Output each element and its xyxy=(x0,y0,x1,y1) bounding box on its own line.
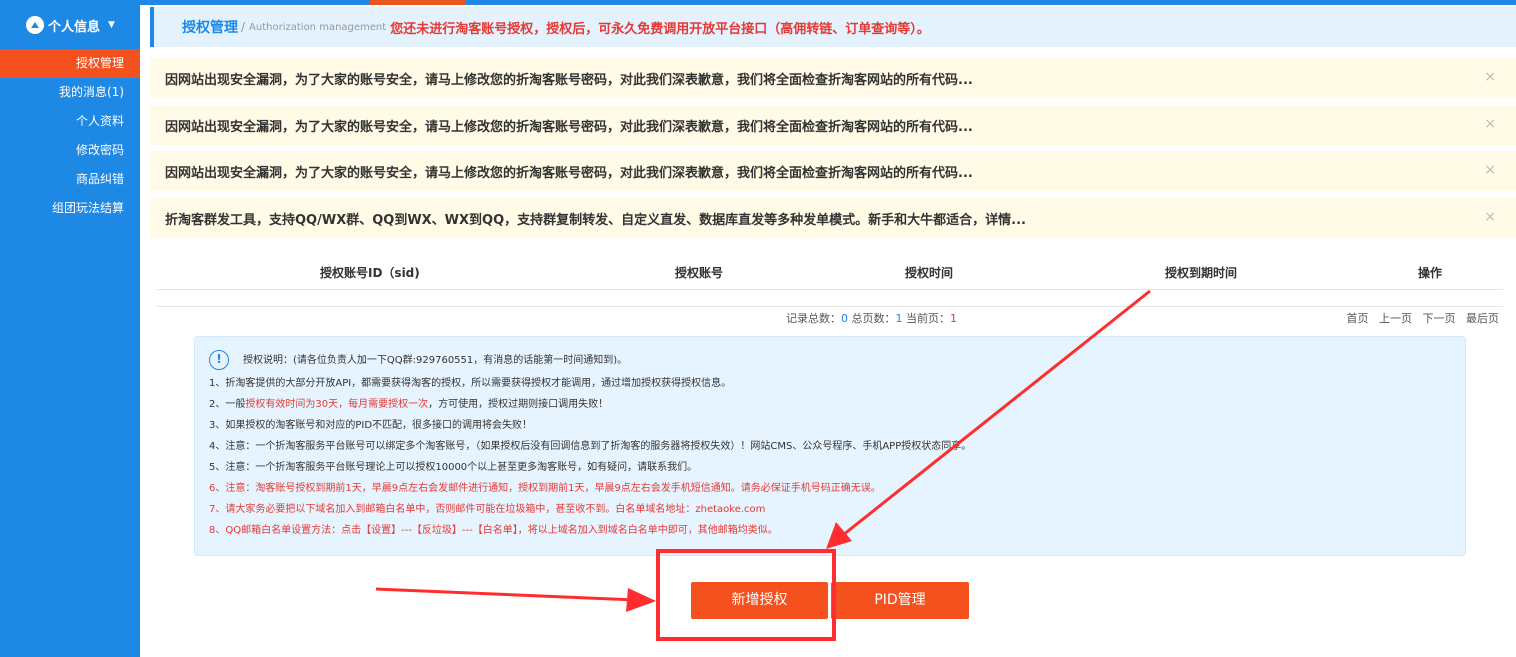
sidebar-item-messages[interactable]: 我的消息(1) xyxy=(0,78,140,107)
info-line-4: 4、注意：一个折淘客服务平台账号可以绑定多个淘客账号，（如果授权后没有回调信息到… xyxy=(209,441,972,452)
table-divider xyxy=(157,306,1503,307)
notice-text: 因网站出现安全漏洞，为了大家的账号安全，请马上修改您的折淘客账号密码，对此我们深… xyxy=(165,119,973,135)
pager-current-value: 1 xyxy=(950,312,957,325)
pager-pages-value: 1 xyxy=(895,312,903,325)
pager-current-label: 当前页： xyxy=(906,312,950,325)
top-border xyxy=(0,0,1516,5)
annotation-highlight-box xyxy=(656,549,836,641)
auth-instructions-box: ! 授权说明：(请各位负责人加一下QQ群:929760551，有消息的话能第一时间… xyxy=(194,336,1466,556)
annotation-arrow-left-line xyxy=(375,587,637,602)
close-icon[interactable]: × xyxy=(1484,162,1496,178)
sidebar-item-group-settlement[interactable]: 组团玩法结算 xyxy=(0,194,140,223)
caret-down-icon: ▼ xyxy=(108,20,115,30)
column-header-account: 授权账号 xyxy=(675,266,724,280)
sidebar-item-auth-manage[interactable]: 授权管理 xyxy=(0,49,140,78)
notice-text: 因网站出现安全漏洞，为了大家的账号安全，请马上修改您的折淘客账号密码，对此我们深… xyxy=(165,72,973,88)
pager-last-link[interactable]: 最后页 xyxy=(1466,312,1499,325)
info-line-6: 6、注意：淘客账号授权到期前1天，早晨9点左右会发邮件进行通知，授权到期前1天，… xyxy=(209,483,881,494)
sidebar-menu: 授权管理 我的消息(1) 个人资料 修改密码 商品纠错 组团玩法结算 xyxy=(0,49,140,223)
page-title: 授权管理 xyxy=(182,20,238,36)
notice-banner: 因网站出现安全漏洞，为了大家的账号安全，请马上修改您的折淘客账号密码，对此我们深… xyxy=(150,151,1516,191)
page-subtitle: Authorization management xyxy=(249,21,387,33)
pager-next-link[interactable]: 下一页 xyxy=(1423,312,1456,325)
info-line-7: 7、请大家务必要把以下域名加入到邮箱白名单中，否则邮件可能在垃圾箱中，甚至收不到… xyxy=(209,504,766,515)
pager-links: 首页 上一页 下一页 最后页 xyxy=(1340,310,1500,326)
sidebar-header[interactable]: 个人信息 ▼ xyxy=(0,5,140,45)
breadcrumb: 授权管理 / Authorization management 您还未进行淘客账… xyxy=(150,7,1516,47)
auth-table-header: 授权账号ID（sid) 授权账号 授权时间 授权到期时间 操作 xyxy=(157,253,1503,290)
notice-text: 折淘客群发工具，支持QQ/WX群、QQ到WX、WX到QQ，支持群复制转发、自定义… xyxy=(165,212,1026,228)
info-line-2: 2、一般授权有效时间为30天，每月需要授权一次，方可使用，授权过期则接口调用失败… xyxy=(209,394,1451,415)
annotation-arrow-left-head xyxy=(626,588,656,612)
sidebar-item-change-password[interactable]: 修改密码 xyxy=(0,136,140,165)
notice-banner: 因网站出现安全漏洞，为了大家的账号安全，请马上修改您的折淘客账号密码，对此我们深… xyxy=(150,58,1516,98)
sidebar-header-label: 个人信息 xyxy=(48,19,101,35)
info-line-3: 3、如果授权的淘客账号和对应的PID不匹配，很多接口的调用将会失败！ xyxy=(209,420,533,431)
user-avatar-icon xyxy=(26,16,44,34)
sidebar-item-profile[interactable]: 个人资料 xyxy=(0,107,140,136)
info-header-line: ! 授权说明：(请各位负责人加一下QQ群:929760551，有消息的话能第一时间… xyxy=(209,349,1451,373)
pager-prev-link[interactable]: 上一页 xyxy=(1379,312,1412,325)
pager-total-value: 0 xyxy=(841,312,848,325)
info-line-8: 8、QQ邮箱白名单设置方法：点击【设置】---【反垃圾】---【白名单】，将以上… xyxy=(209,525,778,536)
breadcrumb-separator: / xyxy=(241,20,246,34)
column-header-actions: 操作 xyxy=(1418,266,1443,280)
pager-info: 记录总数：0 总页数：1 当前页：1 xyxy=(786,310,957,326)
pid-manage-button[interactable]: PID管理 xyxy=(831,582,969,619)
close-icon[interactable]: × xyxy=(1484,209,1496,225)
info-header: 授权说明：(请各位负责人加一下QQ群:929760551，有消息的话能第一时间通… xyxy=(243,355,628,366)
close-icon[interactable]: × xyxy=(1484,116,1496,132)
info-line-2-highlight: 授权有效时间为30天，每月需要授权一次 xyxy=(245,399,429,410)
pager-first-link[interactable]: 首页 xyxy=(1347,312,1369,325)
info-exclamation-icon: ! xyxy=(209,350,229,370)
pager-pages-label: 总页数： xyxy=(851,312,896,325)
top-border-accent xyxy=(370,0,466,5)
info-line-5: 5、注意：一个折淘客服务平台账号理论上可以授权10000个以上甚至更多淘客账号，… xyxy=(209,462,698,473)
sidebar: 个人信息 ▼ 授权管理 我的消息(1) 个人资料 修改密码 商品纠错 组团玩法结… xyxy=(0,5,140,657)
info-line-2-suffix: ，方可使用，授权过期则接口调用失败！ xyxy=(428,399,609,410)
info-line-2-prefix: 2、一般 xyxy=(209,399,246,410)
auth-warning-text: 您还未进行淘客账号授权，授权后，可永久免费调用开放平台接口（高佣转链、订单查询等… xyxy=(390,21,930,37)
column-header-expire-time: 授权到期时间 xyxy=(1165,266,1238,280)
notice-text: 因网站出现安全漏洞，为了大家的账号安全，请马上修改您的折淘客账号密码，对此我们深… xyxy=(165,165,973,181)
sidebar-item-product-correction[interactable]: 商品纠错 xyxy=(0,165,140,194)
column-header-sid: 授权账号ID（sid) xyxy=(320,266,420,280)
pager-total-label: 记录总数： xyxy=(786,312,841,325)
info-line-1: 1、折淘客提供的大部分开放API，都需要获得淘客的授权，所以需要获得授权才能调用… xyxy=(209,378,732,389)
close-icon[interactable]: × xyxy=(1484,69,1496,85)
notice-banner: 折淘客群发工具，支持QQ/WX群、QQ到WX、WX到QQ，支持群复制转发、自定义… xyxy=(150,198,1516,238)
notice-banner: 因网站出现安全漏洞，为了大家的账号安全，请马上修改您的折淘客账号密码，对此我们深… xyxy=(150,105,1516,145)
column-header-auth-time: 授权时间 xyxy=(905,266,954,280)
